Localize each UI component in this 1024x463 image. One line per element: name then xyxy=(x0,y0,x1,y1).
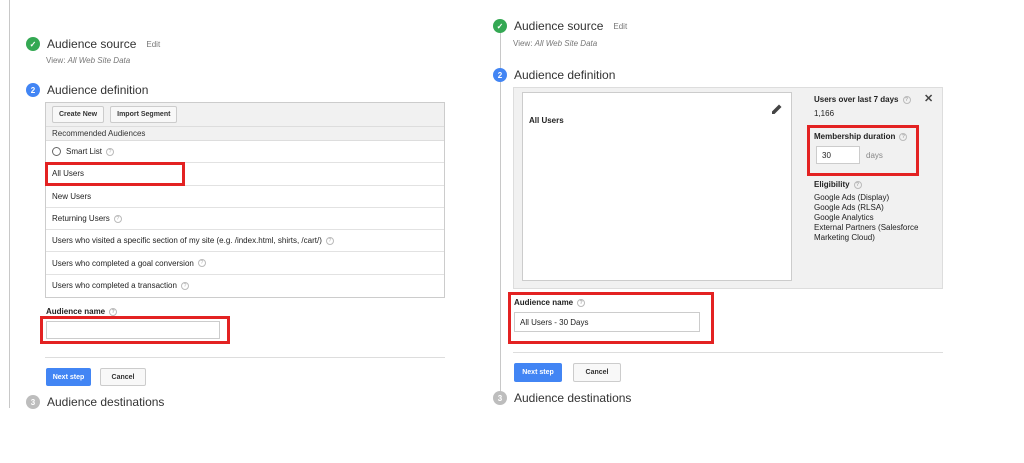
right-step-destinations-title: Audience destinations xyxy=(514,391,632,405)
list-item-goal-conversion[interactable]: Users who completed a goal conversion ? xyxy=(46,252,444,275)
step-number-2: 2 xyxy=(26,83,40,97)
left-cancel-button[interactable]: Cancel xyxy=(100,368,146,386)
help-icon[interactable]: ? xyxy=(197,259,206,268)
import-segment-button[interactable]: Import Segment xyxy=(110,106,178,123)
right-next-step-button[interactable]: Next step xyxy=(514,363,562,382)
create-new-button[interactable]: Create New xyxy=(52,106,105,123)
users-over-last-7-days-label: Users over last 7 days ? xyxy=(814,95,911,104)
eligibility-item: Google Analytics xyxy=(814,213,874,222)
recommended-audiences-header: Recommended Audiences xyxy=(46,127,444,141)
list-item-visited-section[interactable]: Users who visited a specific section of … xyxy=(46,230,444,253)
right-step-definition-title: Audience definition xyxy=(514,68,616,82)
help-icon[interactable]: ? xyxy=(109,307,118,316)
help-icon[interactable]: ? xyxy=(106,147,115,156)
right-divider xyxy=(513,352,943,353)
right-step-connector xyxy=(500,30,501,400)
left-panel: ✓ Audience source Edit View: All Web Sit… xyxy=(0,0,470,463)
selected-audience-name: All Users xyxy=(529,116,564,125)
eligibility-item: External Partners (Salesforce xyxy=(814,223,919,232)
right-view-line: View: All Web Site Data xyxy=(513,39,598,48)
right-step-definition: 2 Audience definition xyxy=(493,68,615,82)
highlight-left-audience-name xyxy=(40,316,230,344)
right-edit-link[interactable]: Edit xyxy=(613,22,627,31)
right-step-source: ✓ Audience source Edit xyxy=(493,19,627,33)
list-item-smart-list[interactable]: Smart List ? xyxy=(46,141,444,164)
step-number-2: 2 xyxy=(493,68,507,82)
left-step-definition-title: Audience definition xyxy=(47,83,149,97)
eligibility-list: Google Ads (Display) Google Ads (RLSA) G… xyxy=(814,193,919,243)
users-count: 1,166 xyxy=(814,109,835,118)
left-step-connector xyxy=(9,0,10,408)
list-item-new-users[interactable]: New Users xyxy=(46,186,444,208)
left-audience-name-label: Audience name ? xyxy=(46,307,118,316)
left-divider xyxy=(45,357,445,358)
list-item-returning-users[interactable]: Returning Users ? xyxy=(46,208,444,231)
right-step-source-title: Audience source xyxy=(514,19,604,33)
audience-toolbar: Create New Import Segment xyxy=(46,103,444,127)
left-edit-link[interactable]: Edit xyxy=(146,40,160,49)
help-icon[interactable]: ? xyxy=(325,236,334,245)
left-step-destinations-title: Audience destinations xyxy=(47,395,165,409)
left-step-destinations: 3 Audience destinations xyxy=(26,395,164,409)
step-number-3: 3 xyxy=(493,391,507,405)
highlight-membership-duration xyxy=(807,125,919,176)
help-icon[interactable]: ? xyxy=(853,180,862,189)
check-icon: ✓ xyxy=(26,37,40,51)
pencil-icon[interactable] xyxy=(771,103,783,115)
step-number-3: 3 xyxy=(26,395,40,409)
left-step-source-title: Audience source xyxy=(47,37,137,51)
highlight-all-users xyxy=(45,162,185,186)
eligibility-item: Google Ads (Display) xyxy=(814,193,890,202)
help-icon[interactable]: ? xyxy=(113,214,122,223)
left-view-line: View: All Web Site Data xyxy=(46,56,131,65)
eligibility-item: Marketing Cloud) xyxy=(814,233,875,242)
left-next-step-button[interactable]: Next step xyxy=(46,368,91,386)
right-cancel-button[interactable]: Cancel xyxy=(573,363,621,382)
highlight-right-audience-name xyxy=(508,292,714,344)
recommended-audiences-box: Create New Import Segment Recommended Au… xyxy=(45,102,445,298)
right-step-destinations: 3 Audience destinations xyxy=(493,391,631,405)
smart-list-icon xyxy=(52,147,61,157)
left-step-definition: 2 Audience definition xyxy=(26,83,148,97)
help-icon[interactable]: ? xyxy=(180,281,189,290)
check-icon: ✓ xyxy=(493,19,507,33)
list-item-transaction[interactable]: Users who completed a transaction ? xyxy=(46,275,444,297)
left-step-source: ✓ Audience source Edit xyxy=(26,37,160,51)
right-panel: ✓ Audience source Edit View: All Web Sit… xyxy=(480,0,1024,463)
eligibility-item: Google Ads (RLSA) xyxy=(814,203,884,212)
eligibility-label: Eligibility ? xyxy=(814,180,862,189)
close-icon[interactable]: ✕ xyxy=(924,92,933,105)
help-icon[interactable]: ? xyxy=(902,95,911,104)
